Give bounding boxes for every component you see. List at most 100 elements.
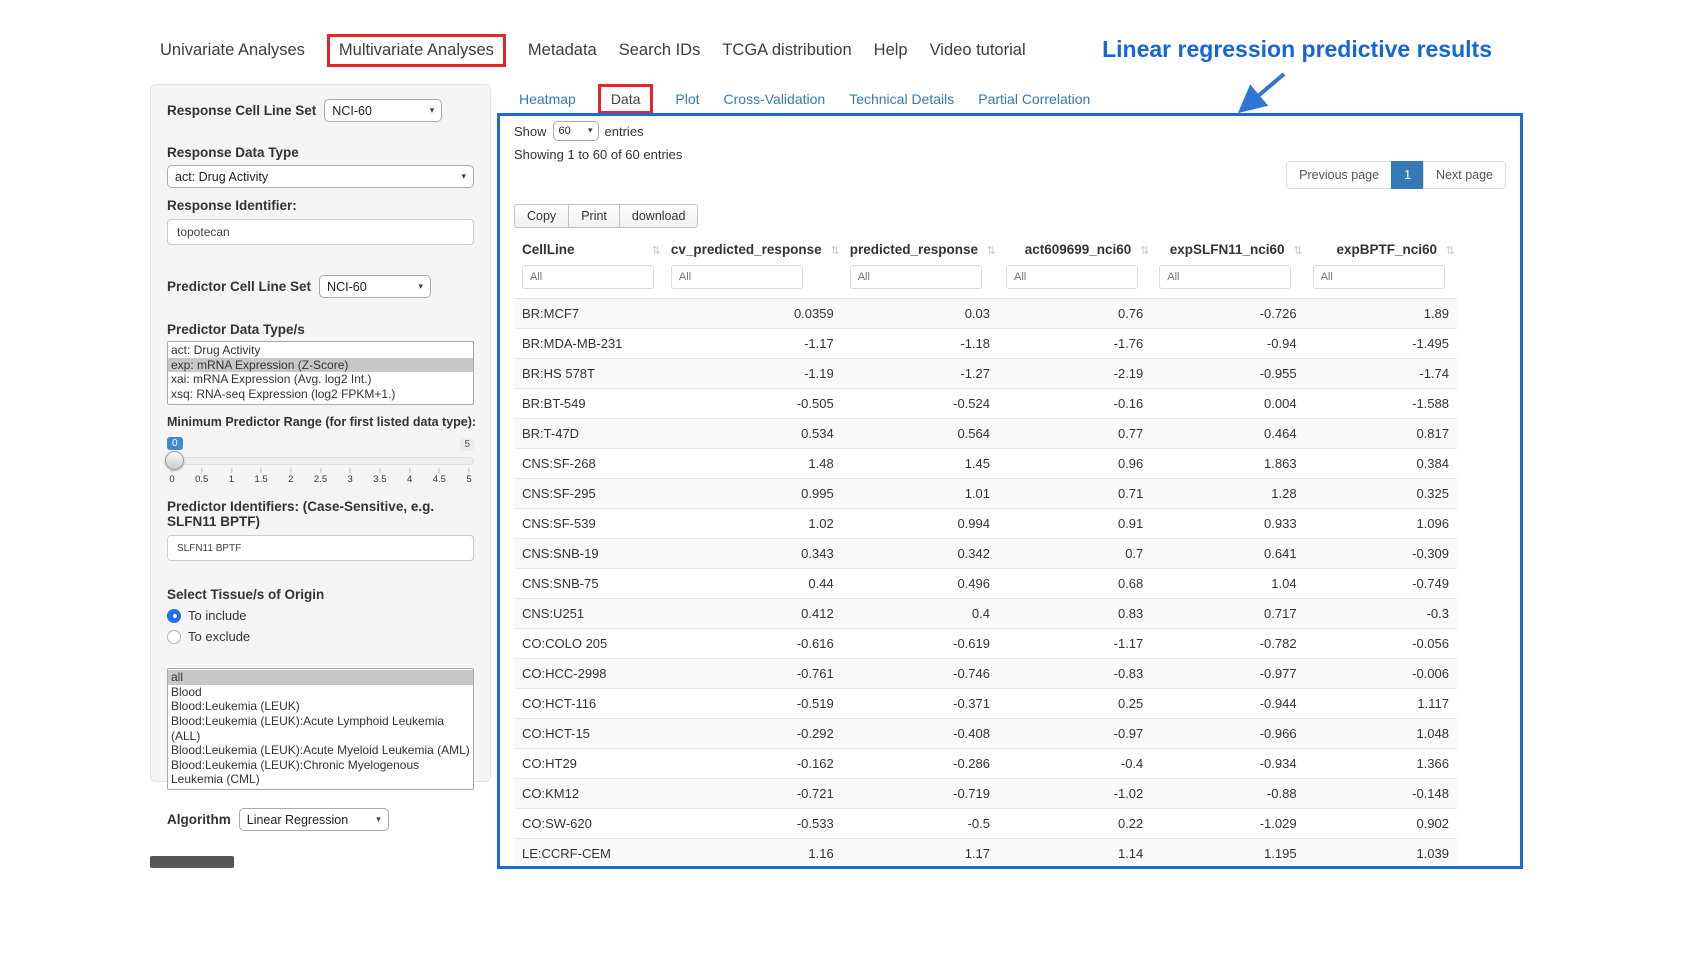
entries-count-select[interactable]: 60 ▾ [553,121,599,141]
predictor-data-type-list[interactable]: act: Drug Activityexp: mRNA Expression (… [167,341,474,405]
predictor-data-type-list-option[interactable]: xai: mRNA Expression (Avg. log2 Int.) [168,372,473,387]
table-row[interactable]: CO:SW-620-0.533-0.50.22-1.0290.902 [514,809,1457,839]
column-header[interactable]: cv_predicted_response⇅ [663,236,842,263]
table-row[interactable]: BR:MDA-MB-231-1.17-1.18-1.76-0.94-1.495 [514,329,1457,359]
table-row[interactable]: CO:HCT-15-0.292-0.408-0.97-0.9661.048 [514,719,1457,749]
column-filter-input[interactable] [1006,265,1138,289]
nav-help[interactable]: Help [874,41,908,60]
tissue-list[interactable]: allBloodBlood:Leukemia (LEUK)Blood:Leuke… [167,668,474,790]
column-header[interactable]: expSLFN11_nci60⇅ [1151,236,1304,263]
table-row[interactable]: CO:HCT-116-0.519-0.3710.25-0.9441.117 [514,689,1457,719]
predictor-data-type-list-option[interactable]: exp: mRNA Expression (Z-Score) [168,358,473,373]
table-row[interactable]: CNS:SNB-190.3430.3420.70.641-0.309 [514,539,1457,569]
nav-tcga-distribution[interactable]: TCGA distribution [722,41,851,60]
next-page-button[interactable]: Next page [1423,161,1506,189]
table-row[interactable]: CO:HCC-2998-0.761-0.746-0.83-0.977-0.006 [514,659,1457,689]
table-cell: -0.83 [998,659,1151,689]
table-row[interactable]: LE:HL-60(TB)0.9510.9340.681.3070.031 [514,869,1457,870]
nav-metadata[interactable]: Metadata [528,41,597,60]
tissue-list-option[interactable]: Blood [168,685,473,700]
nav-multivariate-analyses[interactable]: Multivariate Analyses [339,41,494,59]
table-row[interactable]: CNS:SF-2950.9951.010.711.280.325 [514,479,1457,509]
slider-ticks: 00.511.522.533.544.55 [172,468,469,488]
download-button[interactable]: download [619,204,699,228]
column-filter-input[interactable] [1313,265,1445,289]
slider-tick-label: 1 [229,468,234,485]
response-identifier-input[interactable] [167,219,474,245]
nav-video-tutorial[interactable]: Video tutorial [930,41,1026,60]
predictor-data-type-list-option[interactable]: act: Drug Activity [168,343,473,358]
table-row[interactable]: CO:COLO 205-0.616-0.619-1.17-0.782-0.056 [514,629,1457,659]
table-cell: -0.292 [663,719,842,749]
table-row[interactable]: BR:MCF70.03590.030.76-0.7261.89 [514,299,1457,329]
column-header[interactable]: predicted_response⇅ [842,236,998,263]
table-row[interactable]: CO:KM12-0.721-0.719-1.02-0.88-0.148 [514,779,1457,809]
table-body: BR:MCF70.03590.030.76-0.7261.89BR:MDA-MB… [514,299,1457,870]
table-cell: 0.994 [842,509,998,539]
column-header[interactable]: CellLine⇅ [514,236,663,263]
nav-univariate-analyses[interactable]: Univariate Analyses [160,41,305,60]
column-filter-input[interactable] [671,265,803,289]
column-header[interactable]: act609699_nci60⇅ [998,236,1151,263]
nav-search-ids[interactable]: Search IDs [619,41,701,60]
slider-tick-label: 4.5 [433,468,446,485]
tissue-list-option[interactable]: Blood:Leukemia (LEUK):Chronic Myelogenou… [168,758,473,787]
slider-value-badge: 0 [167,437,183,450]
tissue-exclude-radio[interactable]: To exclude [167,629,474,644]
tab-cross-validation[interactable]: Cross-Validation [724,91,826,107]
column-filter-input[interactable] [1159,265,1291,289]
table-cell: 0.25 [998,689,1151,719]
table-row[interactable]: CNS:SF-5391.020.9940.910.9331.096 [514,509,1457,539]
predictor-identifiers-input[interactable] [167,535,474,561]
page-1-button[interactable]: 1 [1391,161,1424,189]
column-filter-input[interactable] [522,265,654,289]
table-cell: CO:HCT-116 [514,689,663,719]
table-row[interactable]: BR:BT-549-0.505-0.524-0.160.004-1.588 [514,389,1457,419]
footer-fragment [150,856,234,868]
previous-page-button[interactable]: Previous page [1286,161,1392,189]
table-row[interactable]: CNS:SNB-750.440.4960.681.04-0.749 [514,569,1457,599]
print-button[interactable]: Print [568,204,620,228]
table-cell: 0.96 [998,449,1151,479]
algorithm-select[interactable]: Linear Regression ▾ [239,808,389,831]
tissue-include-radio[interactable]: To include [167,608,474,623]
predictor-data-type-list-option[interactable]: xsq: RNA-seq Expression (log2 FPKM+1.) [168,387,473,402]
response-cell-line-set-select[interactable]: NCI-60 ▾ [324,99,442,122]
table-cell: CO:HT29 [514,749,663,779]
table-row[interactable]: CO:HT29-0.162-0.286-0.4-0.9341.366 [514,749,1457,779]
table-row[interactable]: CNS:U2510.4120.40.830.717-0.3 [514,599,1457,629]
tissue-list-option[interactable]: Blood:Leukemia (LEUK):Acute Lymphoid Leu… [168,714,473,743]
table-row[interactable]: LE:CCRF-CEM1.161.171.141.1951.039 [514,839,1457,869]
column-filter-input[interactable] [850,265,982,289]
table-cell: CO:SW-620 [514,809,663,839]
sort-icon[interactable]: ⇅ [830,244,839,257]
sort-icon[interactable]: ⇅ [1293,244,1302,257]
sort-icon[interactable]: ⇅ [652,244,661,257]
tab-data[interactable]: Data [611,91,641,107]
sort-icon[interactable]: ⇅ [1140,244,1149,257]
column-header[interactable]: expBPTF_nci60⇅ [1305,236,1457,263]
predictor-cell-line-set-select[interactable]: NCI-60 ▾ [319,275,431,298]
table-row[interactable]: BR:HS 578T-1.19-1.27-2.19-0.955-1.74 [514,359,1457,389]
table-cell: -1.02 [998,779,1151,809]
tissue-list-option[interactable]: all [168,670,473,685]
copy-button[interactable]: Copy [514,204,569,228]
tab-partial-correlation[interactable]: Partial Correlation [978,91,1090,107]
radio-checked-icon[interactable] [167,609,181,623]
table-row[interactable]: BR:T-47D0.5340.5640.770.4640.817 [514,419,1457,449]
chevron-down-icon: ▾ [430,106,435,116]
slider-track[interactable] [167,457,474,465]
tab-technical-details[interactable]: Technical Details [849,91,954,107]
column-filter-cell [998,263,1151,299]
sort-icon[interactable]: ⇅ [1446,244,1455,257]
response-data-type-select[interactable]: act: Drug Activity ▾ [167,165,474,188]
tab-heatmap[interactable]: Heatmap [519,91,576,107]
radio-unchecked-icon[interactable] [167,630,181,644]
tissue-list-option[interactable]: Blood:Leukemia (LEUK):Acute Myeloid Leuk… [168,743,473,758]
table-row[interactable]: CNS:SF-2681.481.450.961.8630.384 [514,449,1457,479]
sort-icon[interactable]: ⇅ [987,244,996,257]
min-predictor-range-slider[interactable]: 0 5 00.511.522.533.544.55 [167,437,474,491]
tissue-list-option[interactable]: Blood:Leukemia (LEUK) [168,699,473,714]
table-cell: -0.721 [663,779,842,809]
tab-plot[interactable]: Plot [675,91,699,107]
